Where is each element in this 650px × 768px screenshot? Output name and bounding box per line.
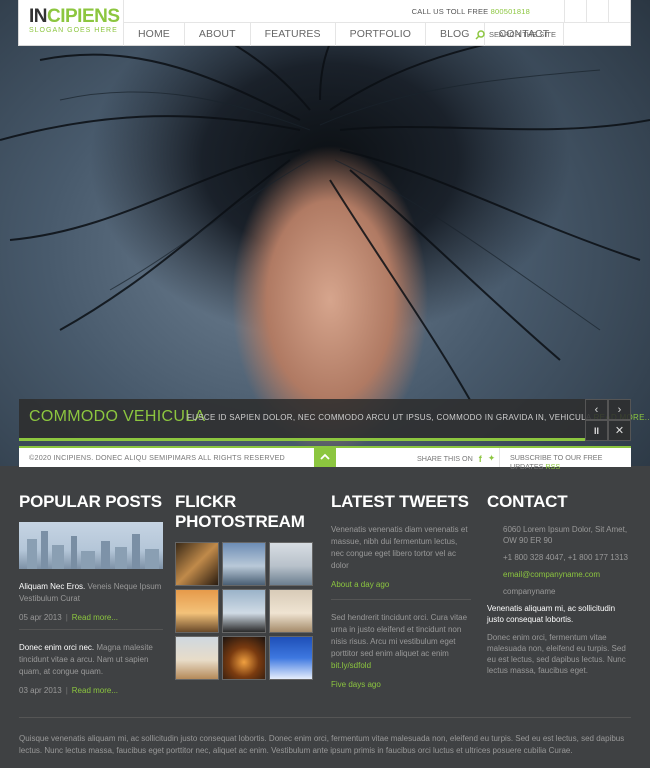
caption-title: COMMODO VEHICULA (29, 408, 206, 425)
post-date: 03 apr 2013 (19, 686, 62, 695)
popular-post-thumbnail[interactable] (19, 522, 163, 569)
tweet-text: Venenatis venenatis diam venenatis et ma… (331, 525, 468, 570)
logo[interactable]: INCIPIENS SLOGAN GOES HERE (19, 0, 124, 46)
caption-body: FUSCE ID SAPIEN DOLOR, NEC COMMODO ARCU … (187, 413, 592, 422)
scroll-top-button[interactable] (314, 446, 336, 467)
share-label: SHARE THIS ON (417, 454, 473, 463)
footer-bottom-text: Quisque venenatis aliquam mi, ac sollici… (19, 734, 625, 755)
logo-slogan: SLOGAN GOES HERE (29, 27, 118, 34)
popular-posts-heading: POPULAR POSTS (19, 492, 162, 511)
copyright-text: ©2020 INCIPIENS. DONEC ALIQU SEMIPIMARS … (29, 453, 285, 462)
site-header: INCIPIENS SLOGAN GOES HERE CALL US TOLL … (18, 0, 631, 46)
nav-about[interactable]: ABOUT (185, 23, 251, 46)
post-title[interactable]: Aliquam Nec Eros. (19, 582, 85, 591)
post-meta: 03 apr 2013 | Read more... (19, 686, 163, 702)
flickr-photo[interactable] (175, 542, 219, 586)
slider-controls: ‹ › II ✕ (585, 399, 631, 441)
search-icon (475, 29, 485, 40)
flickr-photo[interactable] (269, 589, 313, 633)
contact-description: Donec enim orci, fermentum vitae malesua… (487, 633, 626, 675)
nav-portfolio[interactable]: PORTFOLIO (336, 23, 426, 46)
info-strip: ©2020 INCIPIENS. DONEC ALIQU SEMIPIMARS … (19, 446, 631, 471)
flickr-photo[interactable] (175, 589, 219, 633)
read-more-link[interactable]: Read more... (72, 686, 118, 695)
hero-slider-image (0, 0, 650, 466)
twitter-icon[interactable]: ✦ (488, 453, 496, 464)
footer-columns: POPULAR POSTS Aliquam Nec Eros. Veneis N… (19, 492, 631, 712)
logo-text: INCIPIENS (29, 7, 123, 26)
close-icon: ✕ (614, 425, 625, 437)
flickr-photo[interactable] (269, 636, 313, 680)
tweet-item: Sed hendrerit tincidunt orci. Cura vitae… (331, 612, 471, 672)
separator: | (65, 613, 68, 622)
tweet-item: Venenatis venenatis diam venenatis et ma… (331, 524, 471, 572)
flickr-photo[interactable] (222, 542, 266, 586)
tweet-time[interactable]: Five days ago (331, 680, 471, 699)
contact-details: 6060 Lorem Ipsum Dolor, Sit Amet, OW 90 … (487, 524, 631, 597)
facebook-icon[interactable]: f (479, 454, 482, 464)
post-meta: 05 apr 2013 | Read more... (19, 613, 163, 630)
tweet-text: Sed hendrerit tincidunt orci. Cura vitae… (331, 613, 468, 658)
flickr-photo[interactable] (222, 589, 266, 633)
pause-slide-button[interactable]: II (585, 420, 608, 441)
hair-strands-illustration (0, 0, 650, 401)
header-cell[interactable] (608, 0, 630, 23)
pause-icon: II (593, 425, 599, 436)
list-item: Donec enim orci nec. Magna malesite tinc… (19, 642, 163, 678)
next-slide-button[interactable]: › (608, 399, 631, 420)
slider-caption: COMMODO VEHICULA FUSCE ID SAPIEN DOLOR, … (19, 399, 650, 441)
contact-highlight: Venenatis aliquam mi, ac sollicitudin ju… (487, 604, 616, 624)
tweets-heading: LATEST TWEETS (331, 492, 469, 511)
tweet-link[interactable]: bit.ly/sdfold (331, 661, 371, 670)
tweets-column: LATEST TWEETS Venenatis venenatis diam v… (331, 492, 471, 699)
nav-features[interactable]: FEATURES (251, 23, 336, 46)
read-more-link[interactable]: Read more... (72, 613, 118, 622)
flickr-column: FLICKR PHOTOSTREAM (175, 492, 320, 680)
flickr-photo[interactable] (222, 636, 266, 680)
close-slider-button[interactable]: ✕ (608, 420, 631, 441)
prev-slide-button[interactable]: ‹ (585, 399, 608, 420)
logo-accent-text: CIPIENS (47, 6, 120, 27)
caption-text: FUSCE ID SAPIEN DOLOR, NEC COMMODO ARCU … (187, 413, 650, 422)
footer-divider (19, 717, 631, 718)
flickr-photo[interactable] (175, 636, 219, 680)
rss-link[interactable]: RSS (545, 462, 560, 471)
flickr-photo[interactable] (269, 542, 313, 586)
arrow-left-icon: ‹ (594, 403, 599, 416)
arrow-up-icon (320, 453, 330, 460)
flickr-heading: FLICKR PHOTOSTREAM (175, 492, 305, 531)
search-link[interactable]: SEARCH THE SITE (475, 23, 556, 46)
call-label: CALL US TOLL FREE (411, 7, 489, 16)
logo-main-text: IN (29, 6, 48, 27)
call-number: 800501818 (490, 7, 530, 16)
arrow-right-icon: › (617, 403, 622, 416)
header-cell[interactable] (564, 0, 586, 23)
search-label: SEARCH THE SITE (489, 30, 556, 39)
popular-posts-column: POPULAR POSTS Aliquam Nec Eros. Veneis N… (19, 492, 163, 702)
header-topline: CALL US TOLL FREE 800501818 (124, 0, 630, 23)
call-info: CALL US TOLL FREE 800501818 (412, 7, 530, 16)
contact-address: 6060 Lorem Ipsum Dolor, Sit Amet, OW 90 … (503, 525, 628, 545)
tweet-time[interactable]: About a day ago (331, 580, 471, 600)
contact-company: companyname (503, 587, 556, 596)
post-date: 05 apr 2013 (19, 613, 62, 622)
header-social-cells (564, 0, 630, 23)
subscribe-link[interactable]: SUBSCRIBE TO OUR FREE UPDATES RSS (499, 448, 631, 471)
post-title[interactable]: Donec enim orci nec. (19, 643, 94, 652)
nav-home[interactable]: HOME (124, 23, 185, 46)
list-item: Aliquam Nec Eros. Veneis Neque Ipsum Ves… (19, 581, 163, 605)
header-cell[interactable] (586, 0, 608, 23)
flickr-grid (175, 542, 320, 680)
contact-email-link[interactable]: email@companyname.com (503, 569, 631, 580)
contact-phones: +1 800 328 4047, +1 800 177 1313 (503, 553, 629, 562)
contact-column: CONTACT 6060 Lorem Ipsum Dolor, Sit Amet… (487, 492, 631, 676)
separator: | (65, 686, 68, 695)
contact-heading: CONTACT (487, 492, 568, 511)
share-section: SHARE THIS ON f ✦ (417, 453, 495, 464)
